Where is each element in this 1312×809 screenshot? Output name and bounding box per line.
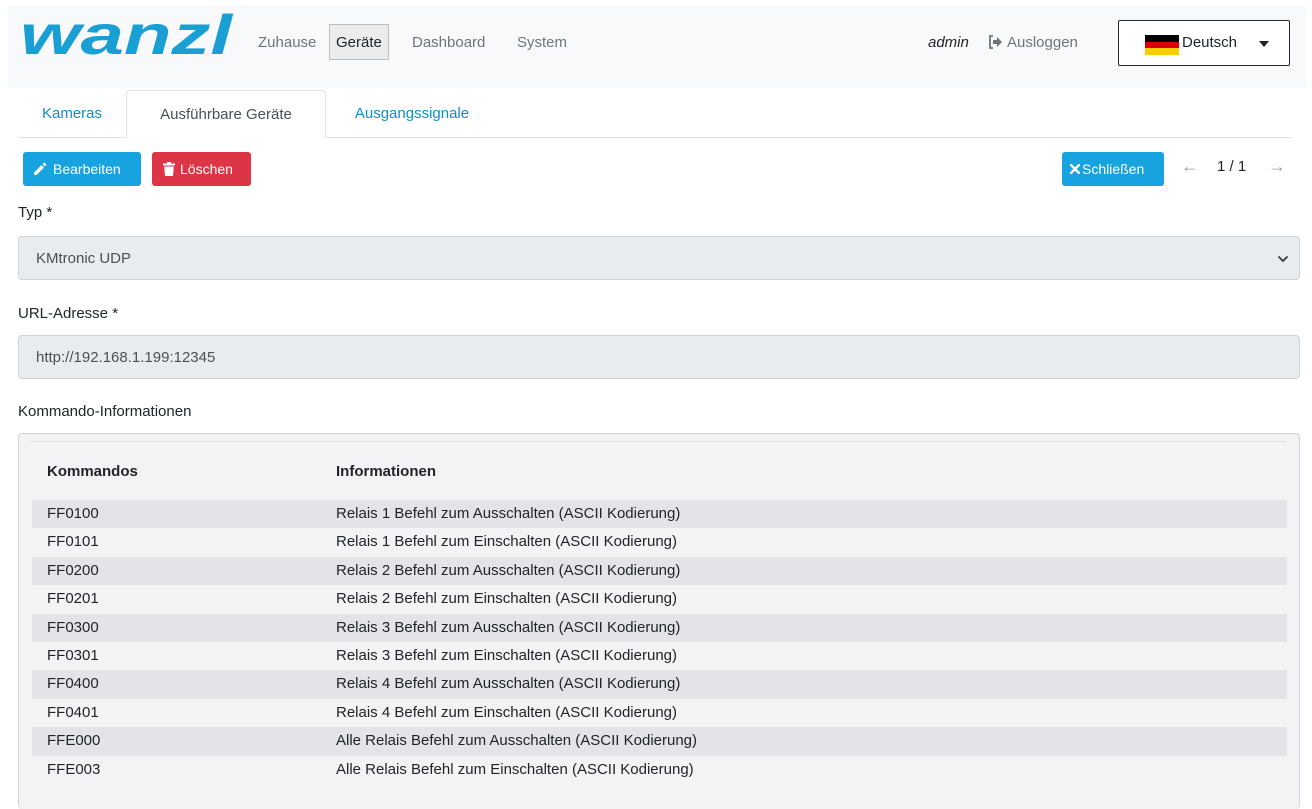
table-row: FF0300 Relais 3 Befehl zum Ausschalten (… bbox=[32, 613, 1287, 642]
wanzl-logo[interactable]: wanzl bbox=[18, 12, 236, 58]
command-cell: FF0101 bbox=[47, 533, 99, 551]
command-cell: FFE003 bbox=[47, 760, 101, 778]
tab-ausgangssignale[interactable]: Ausgangssignale bbox=[326, 90, 498, 138]
url-label: URL-Adresse * bbox=[18, 305, 119, 322]
pager-text: 1 / 1 bbox=[1217, 158, 1247, 175]
info-cell: Relais 4 Befehl zum Einschalten (ASCII K… bbox=[336, 703, 678, 721]
info-cell: Relais 3 Befehl zum Einschalten (ASCII K… bbox=[336, 646, 678, 664]
command-cell: FF0400 bbox=[47, 675, 99, 693]
info-cell: Relais 2 Befehl zum Einschalten (ASCII K… bbox=[336, 590, 678, 608]
flag-germany-icon bbox=[1145, 35, 1179, 55]
command-cell: FF0200 bbox=[47, 561, 99, 579]
edit-button-label: Bearbeiten bbox=[53, 161, 121, 177]
trash-icon bbox=[163, 162, 175, 176]
nav-link-zuhause[interactable]: Zuhause bbox=[258, 34, 316, 51]
close-button[interactable]: Schließen bbox=[1062, 152, 1164, 186]
header-kommandos: Kommandos bbox=[47, 463, 138, 480]
table-row: FFE000 Alle Relais Befehl zum Ausschalte… bbox=[32, 727, 1287, 756]
caret-down-icon bbox=[1259, 41, 1269, 47]
pencil-icon bbox=[34, 162, 47, 175]
type-select-value: KMtronic UDP bbox=[36, 250, 132, 267]
info-cell: Alle Relais Befehl zum Einschalten (ASCI… bbox=[336, 760, 694, 778]
table-row: FF0200 Relais 2 Befehl zum Ausschalten (… bbox=[32, 556, 1287, 586]
table-row: FF0201 Relais 2 Befehl zum Einschalten (… bbox=[32, 585, 1287, 613]
info-cell: Relais 2 Befehl zum Ausschalten (ASCII K… bbox=[336, 561, 681, 579]
table-row: FF0100 Relais 1 Befehl zum Ausschalten (… bbox=[32, 500, 1287, 529]
sign-out-icon bbox=[989, 35, 1002, 49]
header-informationen: Informationen bbox=[336, 463, 436, 480]
command-cell: FF0201 bbox=[47, 590, 99, 608]
delete-button-label: Löschen bbox=[180, 161, 233, 177]
info-cell: Relais 3 Befehl zum Ausschalten (ASCII K… bbox=[336, 618, 681, 636]
command-cell: FF0300 bbox=[47, 618, 99, 636]
language-label: Deutsch bbox=[1182, 34, 1238, 51]
chevron-down-icon bbox=[1278, 256, 1288, 263]
info-cell: Alle Relais Befehl zum Ausschalten (ASCI… bbox=[336, 732, 698, 750]
commands-label: Kommando-Informationen bbox=[18, 403, 192, 420]
nav-link-geraete[interactable]: Geräte bbox=[329, 24, 389, 60]
edit-button[interactable]: Bearbeiten bbox=[23, 152, 141, 186]
type-select[interactable]: KMtronic UDP bbox=[18, 236, 1300, 280]
close-button-label: Schließen bbox=[1082, 161, 1145, 177]
logout-label: Ausloggen bbox=[1007, 34, 1078, 51]
table-row: FF0401 Relais 4 Befehl zum Einschalten (… bbox=[32, 699, 1287, 727]
command-cell: FFE000 bbox=[47, 732, 101, 750]
command-cell: FF0301 bbox=[47, 646, 99, 664]
url-input-value: http://192.168.1.199:12345 bbox=[36, 349, 216, 366]
info-cell: Relais 1 Befehl zum Ausschalten (ASCII K… bbox=[336, 505, 681, 522]
table-row: FF0400 Relais 4 Befehl zum Ausschalten (… bbox=[32, 670, 1287, 699]
table-row: FF0101 Relais 1 Befehl zum Einschalten (… bbox=[32, 528, 1287, 556]
commands-panel: Kommandos Informationen FF0100 Relais 1 … bbox=[18, 433, 1300, 809]
panel-divider bbox=[31, 441, 1287, 442]
language-dropdown[interactable]: Deutsch bbox=[1118, 20, 1290, 66]
tab-ausfuehrbare-geraete[interactable]: Ausführbare Geräte bbox=[126, 90, 326, 138]
logo-text: wanzl bbox=[20, 12, 234, 58]
close-icon bbox=[1070, 164, 1080, 174]
table-row: FFE003 Alle Relais Befehl zum Einschalte… bbox=[32, 756, 1287, 784]
table-row: FF0301 Relais 3 Befehl zum Einschalten (… bbox=[32, 642, 1287, 670]
device-tabs: Kameras Ausführbare Geräte Ausgangssigna… bbox=[18, 90, 1292, 138]
command-cell: FF0100 bbox=[47, 505, 99, 522]
info-cell: Relais 1 Befehl zum Einschalten (ASCII K… bbox=[336, 533, 678, 551]
arrow-left-icon[interactable]: ← bbox=[1181, 156, 1199, 177]
url-input[interactable]: http://192.168.1.199:12345 bbox=[18, 335, 1300, 379]
type-label: Typ * bbox=[18, 204, 53, 221]
logout-link[interactable]: Ausloggen bbox=[988, 34, 1078, 51]
delete-button[interactable]: Löschen bbox=[152, 152, 251, 186]
user-name: admin bbox=[928, 34, 969, 51]
tab-kameras[interactable]: Kameras bbox=[18, 90, 126, 138]
arrow-right-icon[interactable]: → bbox=[1268, 156, 1286, 177]
nav-link-system[interactable]: System bbox=[517, 34, 567, 51]
nav-link-dashboard[interactable]: Dashboard bbox=[412, 34, 485, 51]
top-navbar: wanzl Zuhause Geräte Dashboard System ad… bbox=[8, 6, 1306, 88]
info-cell: Relais 4 Befehl zum Ausschalten (ASCII K… bbox=[336, 675, 681, 693]
command-cell: FF0401 bbox=[47, 703, 99, 721]
commands-table-body: FF0100 Relais 1 Befehl zum Ausschalten (… bbox=[32, 500, 1287, 784]
